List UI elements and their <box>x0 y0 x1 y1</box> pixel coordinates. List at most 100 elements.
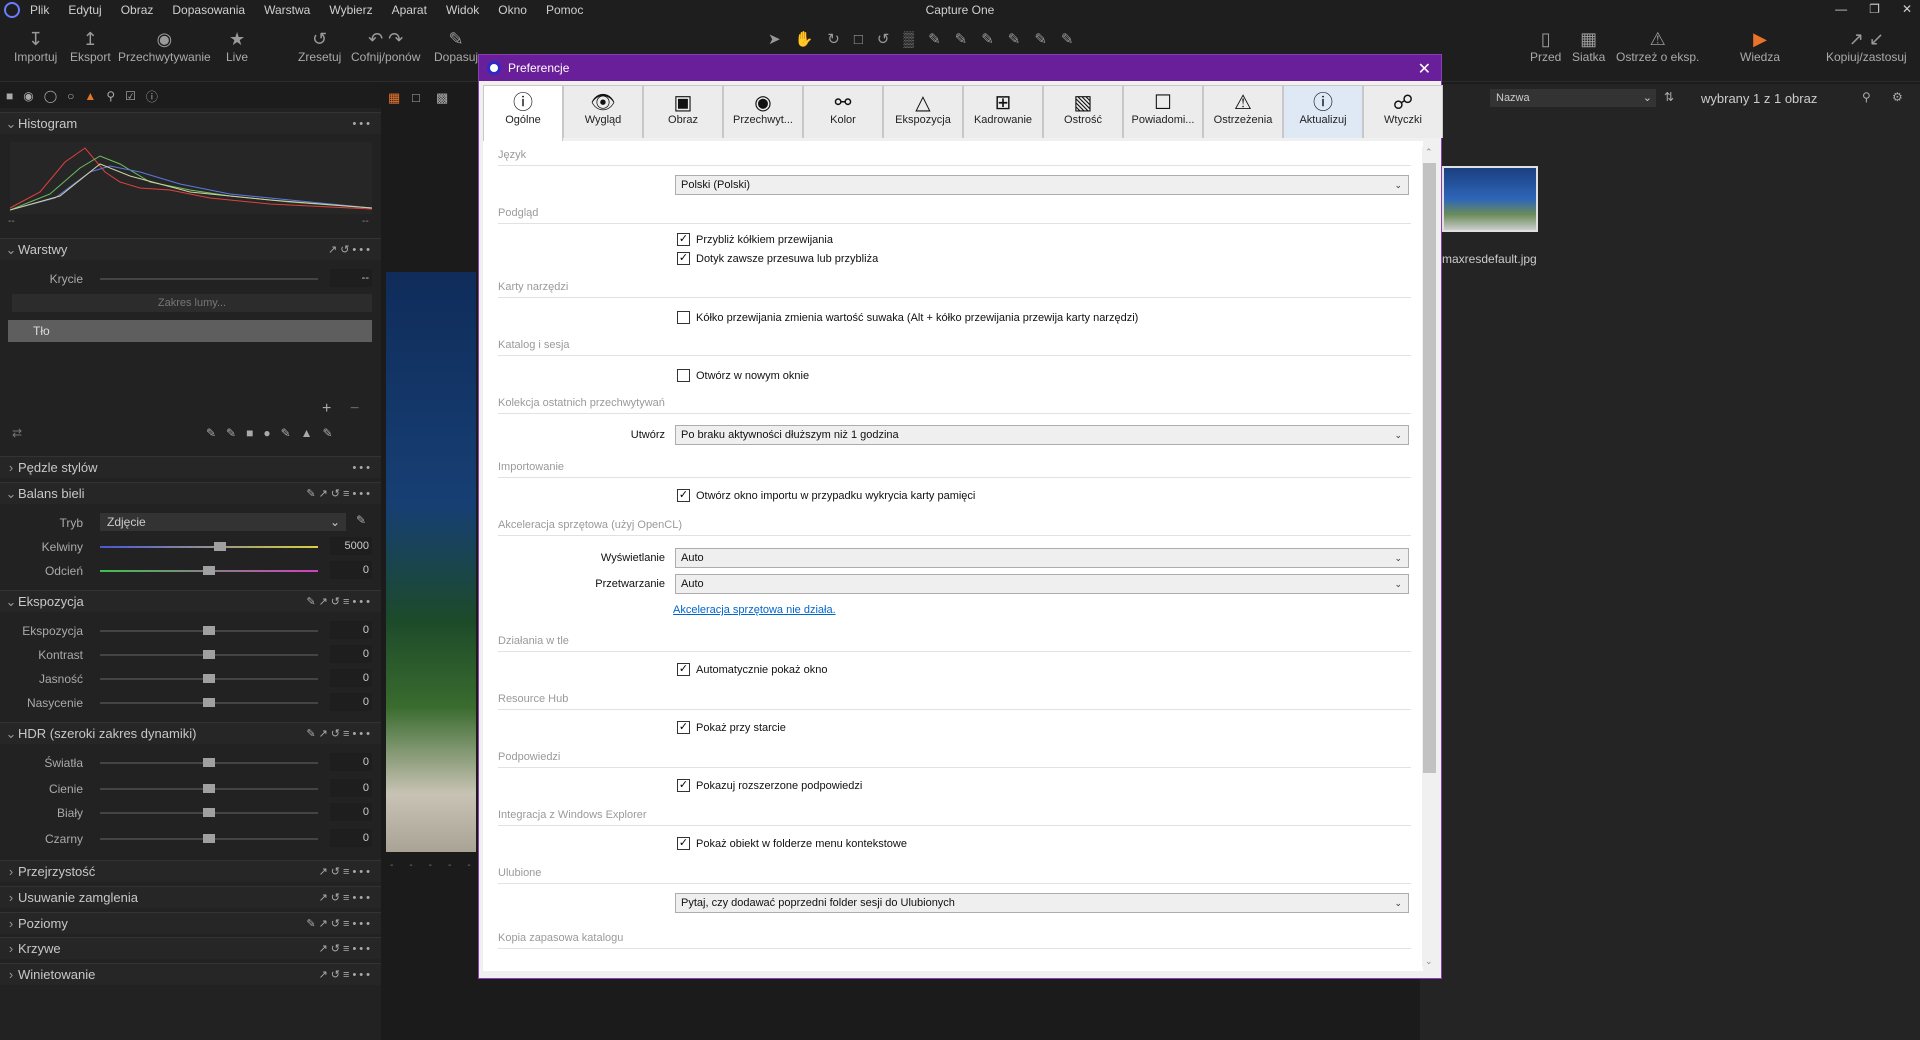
capture-button[interactable]: ◉ Przechwytywanie <box>118 28 211 64</box>
tab-capture[interactable]: ◉ Przechwyt... <box>723 85 803 138</box>
saturation-knob[interactable] <box>203 698 215 707</box>
favorites-select[interactable]: Pytaj, czy dodawać poprzedni folder sesj… <box>675 893 1409 913</box>
close-icon[interactable]: ✕ <box>1902 2 1912 16</box>
tab-appearance[interactable]: 👁 Wygląd <box>563 85 643 138</box>
tab-crop[interactable]: ⊞ Kadrowanie <box>963 85 1043 138</box>
tab-update[interactable]: ⓘ Aktualizuj <box>1283 85 1363 138</box>
tool-icons[interactable]: ↗↺≡••• <box>319 968 373 981</box>
tab-plugins[interactable]: ☍ Wtyczki <box>1363 85 1443 138</box>
tool-icons[interactable]: ✎↗↺≡••• <box>306 917 373 930</box>
exposure-knob[interactable] <box>203 626 215 635</box>
import-button[interactable]: ↧ Importuj <box>14 28 57 64</box>
menu-select[interactable]: Wybierz <box>329 3 372 17</box>
whites-value[interactable]: 0 <box>330 803 372 821</box>
clarity-header[interactable]: › Przejrzystość ↗↺≡••• <box>0 860 381 882</box>
extended-hints-checkbox[interactable]: ✓ Pokazuj rozszerzone podpowiedzi <box>677 779 862 792</box>
viewer-grid-icon[interactable]: ▦ <box>388 90 400 106</box>
language-select[interactable]: Polski (Polski) ⌄ <box>675 175 1409 195</box>
scroll-slider-checkbox[interactable]: Kółko przewijania zmienia wartość suwaka… <box>677 311 1138 324</box>
white-balance-header[interactable]: ⌄ Balans bieli ✎↗↺≡••• <box>0 482 381 504</box>
add-layer-icon[interactable]: + <box>322 400 331 418</box>
library-tab-icon[interactable]: ■ <box>6 89 13 103</box>
menu-edit[interactable]: Edytuj <box>68 3 101 17</box>
tint-knob[interactable] <box>203 566 215 575</box>
histogram-header[interactable]: ⌄ Histogram ••• <box>0 112 381 134</box>
remove-layer-icon[interactable]: − <box>350 400 359 418</box>
main-photo[interactable] <box>386 272 476 852</box>
tab-exposure[interactable]: △ Ekspozycja <box>883 85 963 138</box>
opacity-slider[interactable] <box>100 278 318 280</box>
style-brushes-header[interactable]: › Pędzle stylów ••• <box>0 456 381 478</box>
live-button[interactable]: ★ Live <box>226 28 248 64</box>
blacks-knob[interactable] <box>203 834 215 843</box>
brightness-knob[interactable] <box>203 674 215 683</box>
kelvin-slider[interactable] <box>100 546 318 548</box>
highlights-knob[interactable] <box>203 758 215 767</box>
exposure-tab-icon[interactable]: ▲ <box>84 89 96 103</box>
close-icon[interactable]: ✕ <box>1418 59 1431 79</box>
exposure-header[interactable]: ⌄ Ekspozycja ✎↗↺≡••• <box>0 590 381 612</box>
more-icon[interactable]: ••• <box>352 462 373 474</box>
gear-icon[interactable]: ⚙ <box>1892 90 1903 104</box>
search-icon[interactable]: ⚲ <box>1862 90 1871 104</box>
color-tab-icon[interactable]: ○ <box>67 89 74 103</box>
tab-sharpness[interactable]: ▧ Ostrość <box>1043 85 1123 138</box>
curves-header[interactable]: › Krzywe ↗↺≡••• <box>0 937 381 959</box>
tab-notifications[interactable]: ☐ Powiadomi... <box>1123 85 1203 138</box>
auto-show-window-checkbox[interactable]: ✓ Automatycznie pokaż okno <box>677 663 827 676</box>
contrast-value[interactable]: 0 <box>330 645 372 663</box>
create-select[interactable]: Po braku aktywności dłuższym niż 1 godzi… <box>675 425 1409 445</box>
layer-tools-icon[interactable]: ↗↺••• <box>328 243 373 256</box>
wb-mode-select[interactable]: Zdjęcie ⌄ <box>100 513 346 531</box>
grid-button[interactable]: ▦ Siatka <box>1572 28 1605 64</box>
scroll-thumb[interactable] <box>1423 163 1436 773</box>
viewer-single-icon[interactable]: □ <box>412 90 420 105</box>
sort-select[interactable]: Nazwa ⌄ <box>1490 89 1656 107</box>
undo-redo-button[interactable]: ↶ ↷ Cofnij/ponów <box>351 28 420 64</box>
show-at-startup-checkbox[interactable]: ✓ Pokaż przy starcie <box>677 721 786 734</box>
menu-layer[interactable]: Warstwa <box>264 3 310 17</box>
before-button[interactable]: ▯ Przed <box>1530 28 1561 64</box>
blacks-value[interactable]: 0 <box>330 829 372 847</box>
adjust-button[interactable]: ✎ Dopasuj <box>434 28 478 64</box>
copy-apply-button[interactable]: ↗ ↙ Kopiuj/zastosuj <box>1826 28 1907 64</box>
luma-range-button[interactable]: Zakres lumy... <box>12 294 372 312</box>
details-tab-icon[interactable]: ⚲ <box>106 89 115 103</box>
menu-window[interactable]: Okno <box>498 3 527 17</box>
hdr-header[interactable]: ⌄ HDR (szeroki zakres dynamiki) ✎↗↺≡••• <box>0 722 381 744</box>
touch-pan-checkbox[interactable]: ✓ Dotyk zawsze przesuwa lub przybliża <box>677 252 878 265</box>
metadata-tab-icon[interactable]: ☑ <box>125 89 136 103</box>
tab-general[interactable]: ⓘ Ogólne <box>483 85 563 141</box>
wb-tools-icon[interactable]: ✎↗↺≡••• <box>306 487 373 500</box>
tab-image[interactable]: ▣ Obraz <box>643 85 723 138</box>
saturation-value[interactable]: 0 <box>330 693 372 711</box>
shadows-value[interactable]: 0 <box>330 779 372 797</box>
scrollbar[interactable]: ⌃ ⌄ <box>1422 147 1437 967</box>
lens-tab-icon[interactable]: ◯ <box>44 89 57 103</box>
reset-button[interactable]: ↺ Zresetuj <box>298 28 341 64</box>
levels-header[interactable]: › Poziomy ✎↗↺≡••• <box>0 912 381 934</box>
display-select[interactable]: Auto ⌄ <box>675 548 1409 568</box>
menu-adjustments[interactable]: Dopasowania <box>172 3 245 17</box>
menu-camera[interactable]: Aparat <box>392 3 427 17</box>
kelvin-knob[interactable] <box>214 542 226 551</box>
exposure-warning-button[interactable]: ⚠ Ostrzeż o eksp. <box>1616 28 1699 64</box>
contrast-knob[interactable] <box>203 650 215 659</box>
tool-icons[interactable]: ↗↺≡••• <box>319 942 373 955</box>
context-menu-checkbox[interactable]: ✓ Pokaż obiekt w folderze menu kontekstow… <box>677 837 907 850</box>
tint-value[interactable]: 0 <box>330 561 372 579</box>
minimize-icon[interactable]: — <box>1835 2 1847 16</box>
tool-icons[interactable]: ↗↺≡••• <box>319 891 373 904</box>
tool-icons[interactable]: ↗↺≡••• <box>319 865 373 878</box>
thumbnail-image[interactable] <box>1442 166 1538 232</box>
layer-background[interactable]: Tło <box>8 320 372 342</box>
knowledge-button[interactable]: ▶ Wiedza <box>1740 28 1780 64</box>
highlights-value[interactable]: 0 <box>330 753 372 771</box>
layers-header[interactable]: ⌄ Warstwy ↗↺••• <box>0 238 381 260</box>
vignetting-header[interactable]: › Winietowanie ↗↺≡••• <box>0 963 381 985</box>
menu-file[interactable]: Plik <box>30 3 49 17</box>
opacity-value[interactable]: -- <box>330 269 372 287</box>
more-icon[interactable]: ••• <box>352 118 373 130</box>
menu-help[interactable]: Pomoc <box>546 3 583 17</box>
processing-select[interactable]: Auto ⌄ <box>675 574 1409 594</box>
